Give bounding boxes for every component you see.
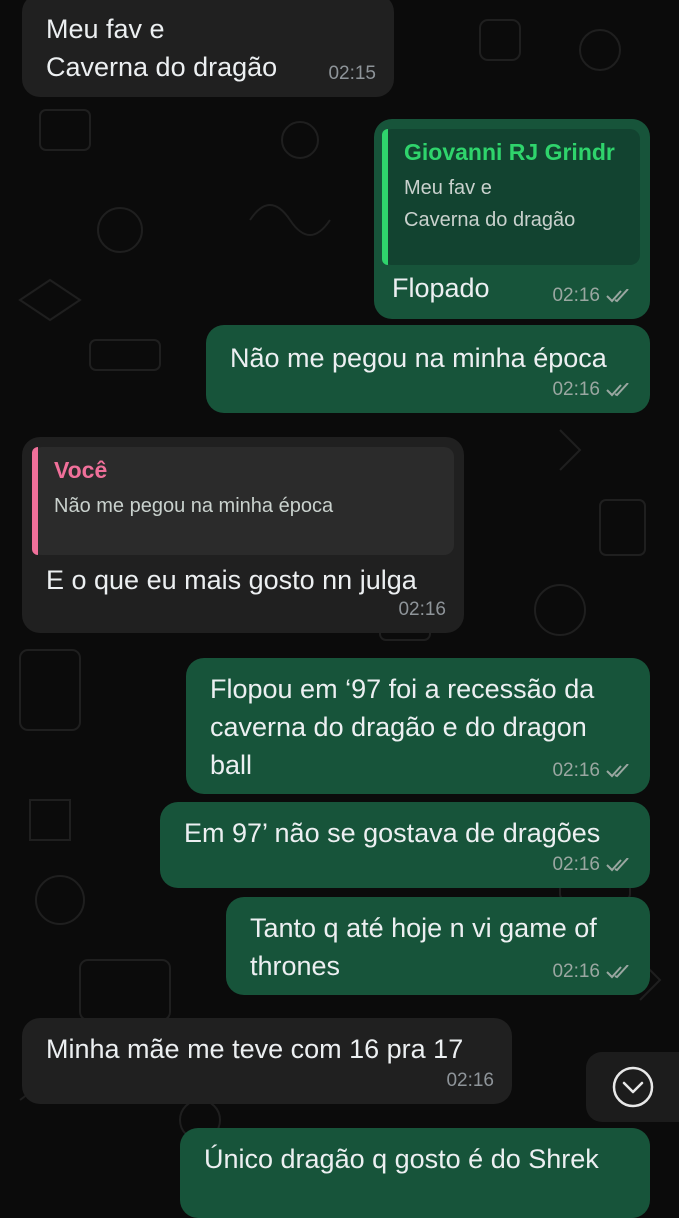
- message-time: 02:15: [328, 63, 376, 84]
- outgoing-message[interactable]: Em 97’ não se gostava de dragões 02:16: [160, 802, 650, 888]
- double-check-icon: [606, 764, 629, 778]
- message-time: 02:16: [552, 285, 600, 306]
- message-text: Meu fav e Caverna do dragão: [46, 14, 278, 82]
- message-time: 02:16: [552, 760, 600, 781]
- message-meta: 02:16: [552, 961, 632, 983]
- message-time: 02:16: [552, 854, 600, 875]
- quoted-message[interactable]: Giovanni RJ Grindr Meu fav e Caverna do …: [382, 129, 640, 265]
- message-meta: 02:16: [552, 760, 632, 782]
- outgoing-message[interactable]: Único dragão q gosto é do Shrek: [180, 1128, 650, 1218]
- double-check-icon: [606, 383, 629, 397]
- message-text: Minha mãe me teve com 16 pra 17: [46, 1034, 464, 1064]
- message-time: 02:16: [552, 379, 600, 400]
- quote-author: Você: [54, 457, 108, 483]
- quote-author: Giovanni RJ Grindr: [404, 139, 615, 165]
- scroll-to-bottom-button[interactable]: [586, 1052, 679, 1122]
- outgoing-message[interactable]: Flopou em ‘97 foi a recessão da caverna …: [186, 658, 650, 794]
- message-text: E o que eu mais gosto nn julga: [46, 565, 417, 595]
- outgoing-message[interactable]: Não me pegou na minha época 02:16: [206, 325, 650, 413]
- quoted-message[interactable]: Você Não me pegou na minha época: [32, 447, 454, 555]
- incoming-message[interactable]: Minha mãe me teve com 16 pra 17 02:16: [22, 1018, 512, 1104]
- message-time: 02:16: [446, 1070, 494, 1091]
- double-check-icon: [606, 858, 629, 872]
- quote-text: Meu fav e Caverna do dragão: [404, 177, 576, 231]
- message-meta: 02:16: [552, 854, 632, 876]
- double-check-icon: [606, 965, 629, 979]
- message-meta: 02:16: [552, 285, 632, 307]
- message-text: Único dragão q gosto é do Shrek: [204, 1144, 599, 1174]
- message-meta: 02:16: [398, 599, 446, 621]
- outgoing-message[interactable]: Giovanni RJ Grindr Meu fav e Caverna do …: [374, 119, 650, 319]
- outgoing-message[interactable]: Tanto q até hoje n vi game of thrones 02…: [226, 897, 650, 995]
- double-check-icon: [606, 289, 629, 303]
- message-meta: 02:16: [552, 379, 632, 401]
- incoming-message[interactable]: Meu fav e Caverna do dragão 02:15: [22, 0, 394, 97]
- status-strip: [0, 0, 679, 6]
- message-time: 02:16: [552, 961, 600, 982]
- incoming-message[interactable]: Você Não me pegou na minha época E o que…: [22, 437, 464, 633]
- message-meta: 02:16: [446, 1070, 494, 1092]
- message-time: 02:16: [398, 599, 446, 620]
- quote-text: Não me pegou na minha época: [54, 495, 334, 517]
- message-text: Não me pegou na minha época: [230, 343, 607, 373]
- message-text: Em 97’ não se gostava de dragões: [184, 818, 601, 848]
- message-meta: 02:15: [328, 63, 376, 85]
- chevron-down-circle-icon: [612, 1066, 653, 1108]
- message-list[interactable]: Meu fav e Caverna do dragão 02:15 Giovan…: [0, 0, 679, 1218]
